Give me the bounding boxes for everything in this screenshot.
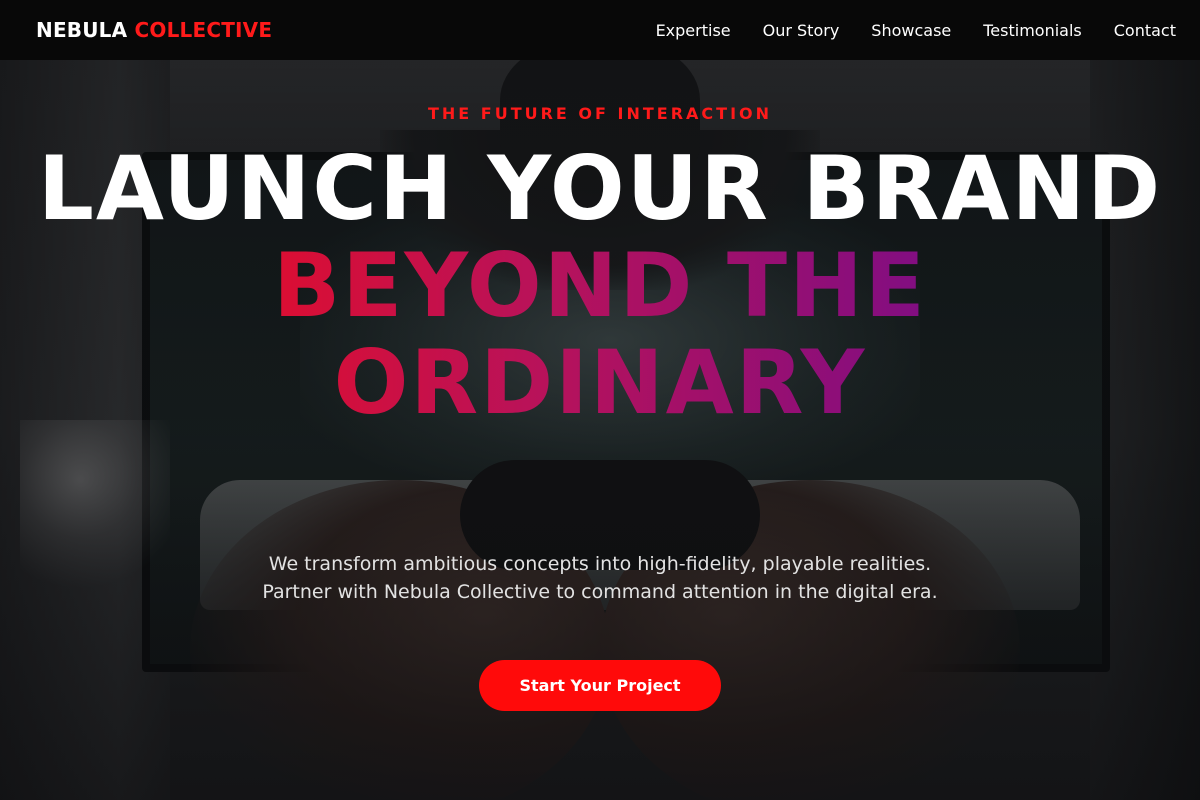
hero-section: THE FUTURE OF INTERACTION LAUNCH YOUR BR… — [0, 60, 1200, 800]
headline-line-1: LAUNCH YOUR BRAND — [37, 137, 1163, 240]
nav-links: Expertise Our Story Showcase Testimonial… — [624, 21, 1176, 40]
hero-subtitle: We transform ambitious concepts into hig… — [262, 553, 938, 603]
navbar: NEBULA COLLECTIVE Expertise Our Story Sh… — [0, 0, 1200, 60]
hero-headline: LAUNCH YOUR BRAND BEYOND THE ORDINARY — [0, 140, 1200, 431]
nav-link-our-story[interactable]: Our Story — [763, 21, 840, 40]
brand-name-primary: NEBULA — [36, 18, 128, 42]
start-project-button[interactable]: Start Your Project — [479, 660, 721, 711]
nav-link-contact[interactable]: Contact — [1114, 21, 1176, 40]
nav-link-expertise[interactable]: Expertise — [656, 21, 731, 40]
nav-link-showcase[interactable]: Showcase — [871, 21, 951, 40]
brand-logo[interactable]: NEBULA COLLECTIVE — [36, 18, 272, 42]
nav-link-testimonials[interactable]: Testimonials — [983, 21, 1082, 40]
landing-page: NEBULA COLLECTIVE Expertise Our Story Sh… — [0, 0, 1200, 800]
brand-name-accent: COLLECTIVE — [134, 18, 273, 42]
headline-line-2: BEYOND THE ORDINARY — [0, 237, 1200, 431]
hero-eyebrow: THE FUTURE OF INTERACTION — [427, 104, 773, 123]
